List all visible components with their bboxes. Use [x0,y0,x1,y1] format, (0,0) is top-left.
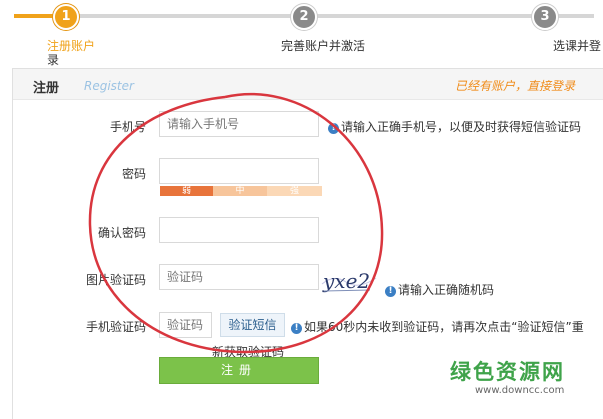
captcha-input[interactable] [159,264,319,290]
captcha-image[interactable]: yxe2 [320,264,378,296]
step-1-circle: 1 [53,4,79,30]
sms-code-input[interactable] [159,312,212,338]
step-1-label-text-2: 录 [47,53,60,67]
step-3-circle: 3 [532,4,558,30]
watermark-title: 绿色资源网 [450,360,565,384]
login-link[interactable]: 已经有账户，直接登录 [455,77,575,94]
strength-strong: 强 [267,186,322,196]
phone-label: 手机号 [109,120,146,134]
captcha-label: 图片验证码 [85,273,146,287]
info-icon: ! [291,323,302,334]
form-title: 注册 [33,81,60,96]
step-2-circle: 2 [291,4,317,30]
captcha-text: yxe2 [322,269,370,293]
step-2-label: 完善账户并激活 [281,39,366,53]
phone-input[interactable] [159,111,319,137]
sms-hint-text: 如果60秒内未收到验证码，请再次点击“验证短信”重 [304,320,584,334]
step-1-label-text: 注册账户 [47,39,96,53]
strength-weak: 弱 [160,186,213,196]
sms-hint: ! 如果60秒内未收到验证码，请再次点击“验证短信”重 [291,318,584,335]
captcha-hint: ! 请输入正确随机码 [385,281,494,298]
strength-medium: 中 [213,186,267,196]
sms-label: 手机验证码 [85,320,146,334]
password-strength-meter: 弱 中 强 [160,186,322,196]
watermark: 绿色资源网 www.downcc.com [450,356,565,396]
send-sms-button[interactable]: 验证短信 [220,313,285,337]
register-button[interactable]: 注册 [159,357,319,384]
info-icon: ! [385,286,396,297]
phone-hint-text: 请输入正确手机号，以便及时获得短信验证码 [341,120,582,134]
step-progress: 1 注册账户 录 2 完善账户并激活 3 选课并登 [0,0,603,67]
step-3-label: 选课并登 [553,39,602,53]
form-subtitle: Register [84,79,134,93]
confirm-password-input[interactable] [159,217,319,243]
confirm-password-label: 确认密码 [97,226,146,240]
phone-hint: ! 请输入正确手机号，以便及时获得短信验证码 [328,118,581,135]
info-icon: ! [328,123,339,134]
watermark-url: www.downcc.com [475,385,565,396]
captcha-hint-text: 请输入正确随机码 [398,283,495,297]
password-label: 密码 [121,167,146,181]
password-input[interactable] [159,158,319,184]
step-1-label: 注册账户 录 [47,39,95,67]
